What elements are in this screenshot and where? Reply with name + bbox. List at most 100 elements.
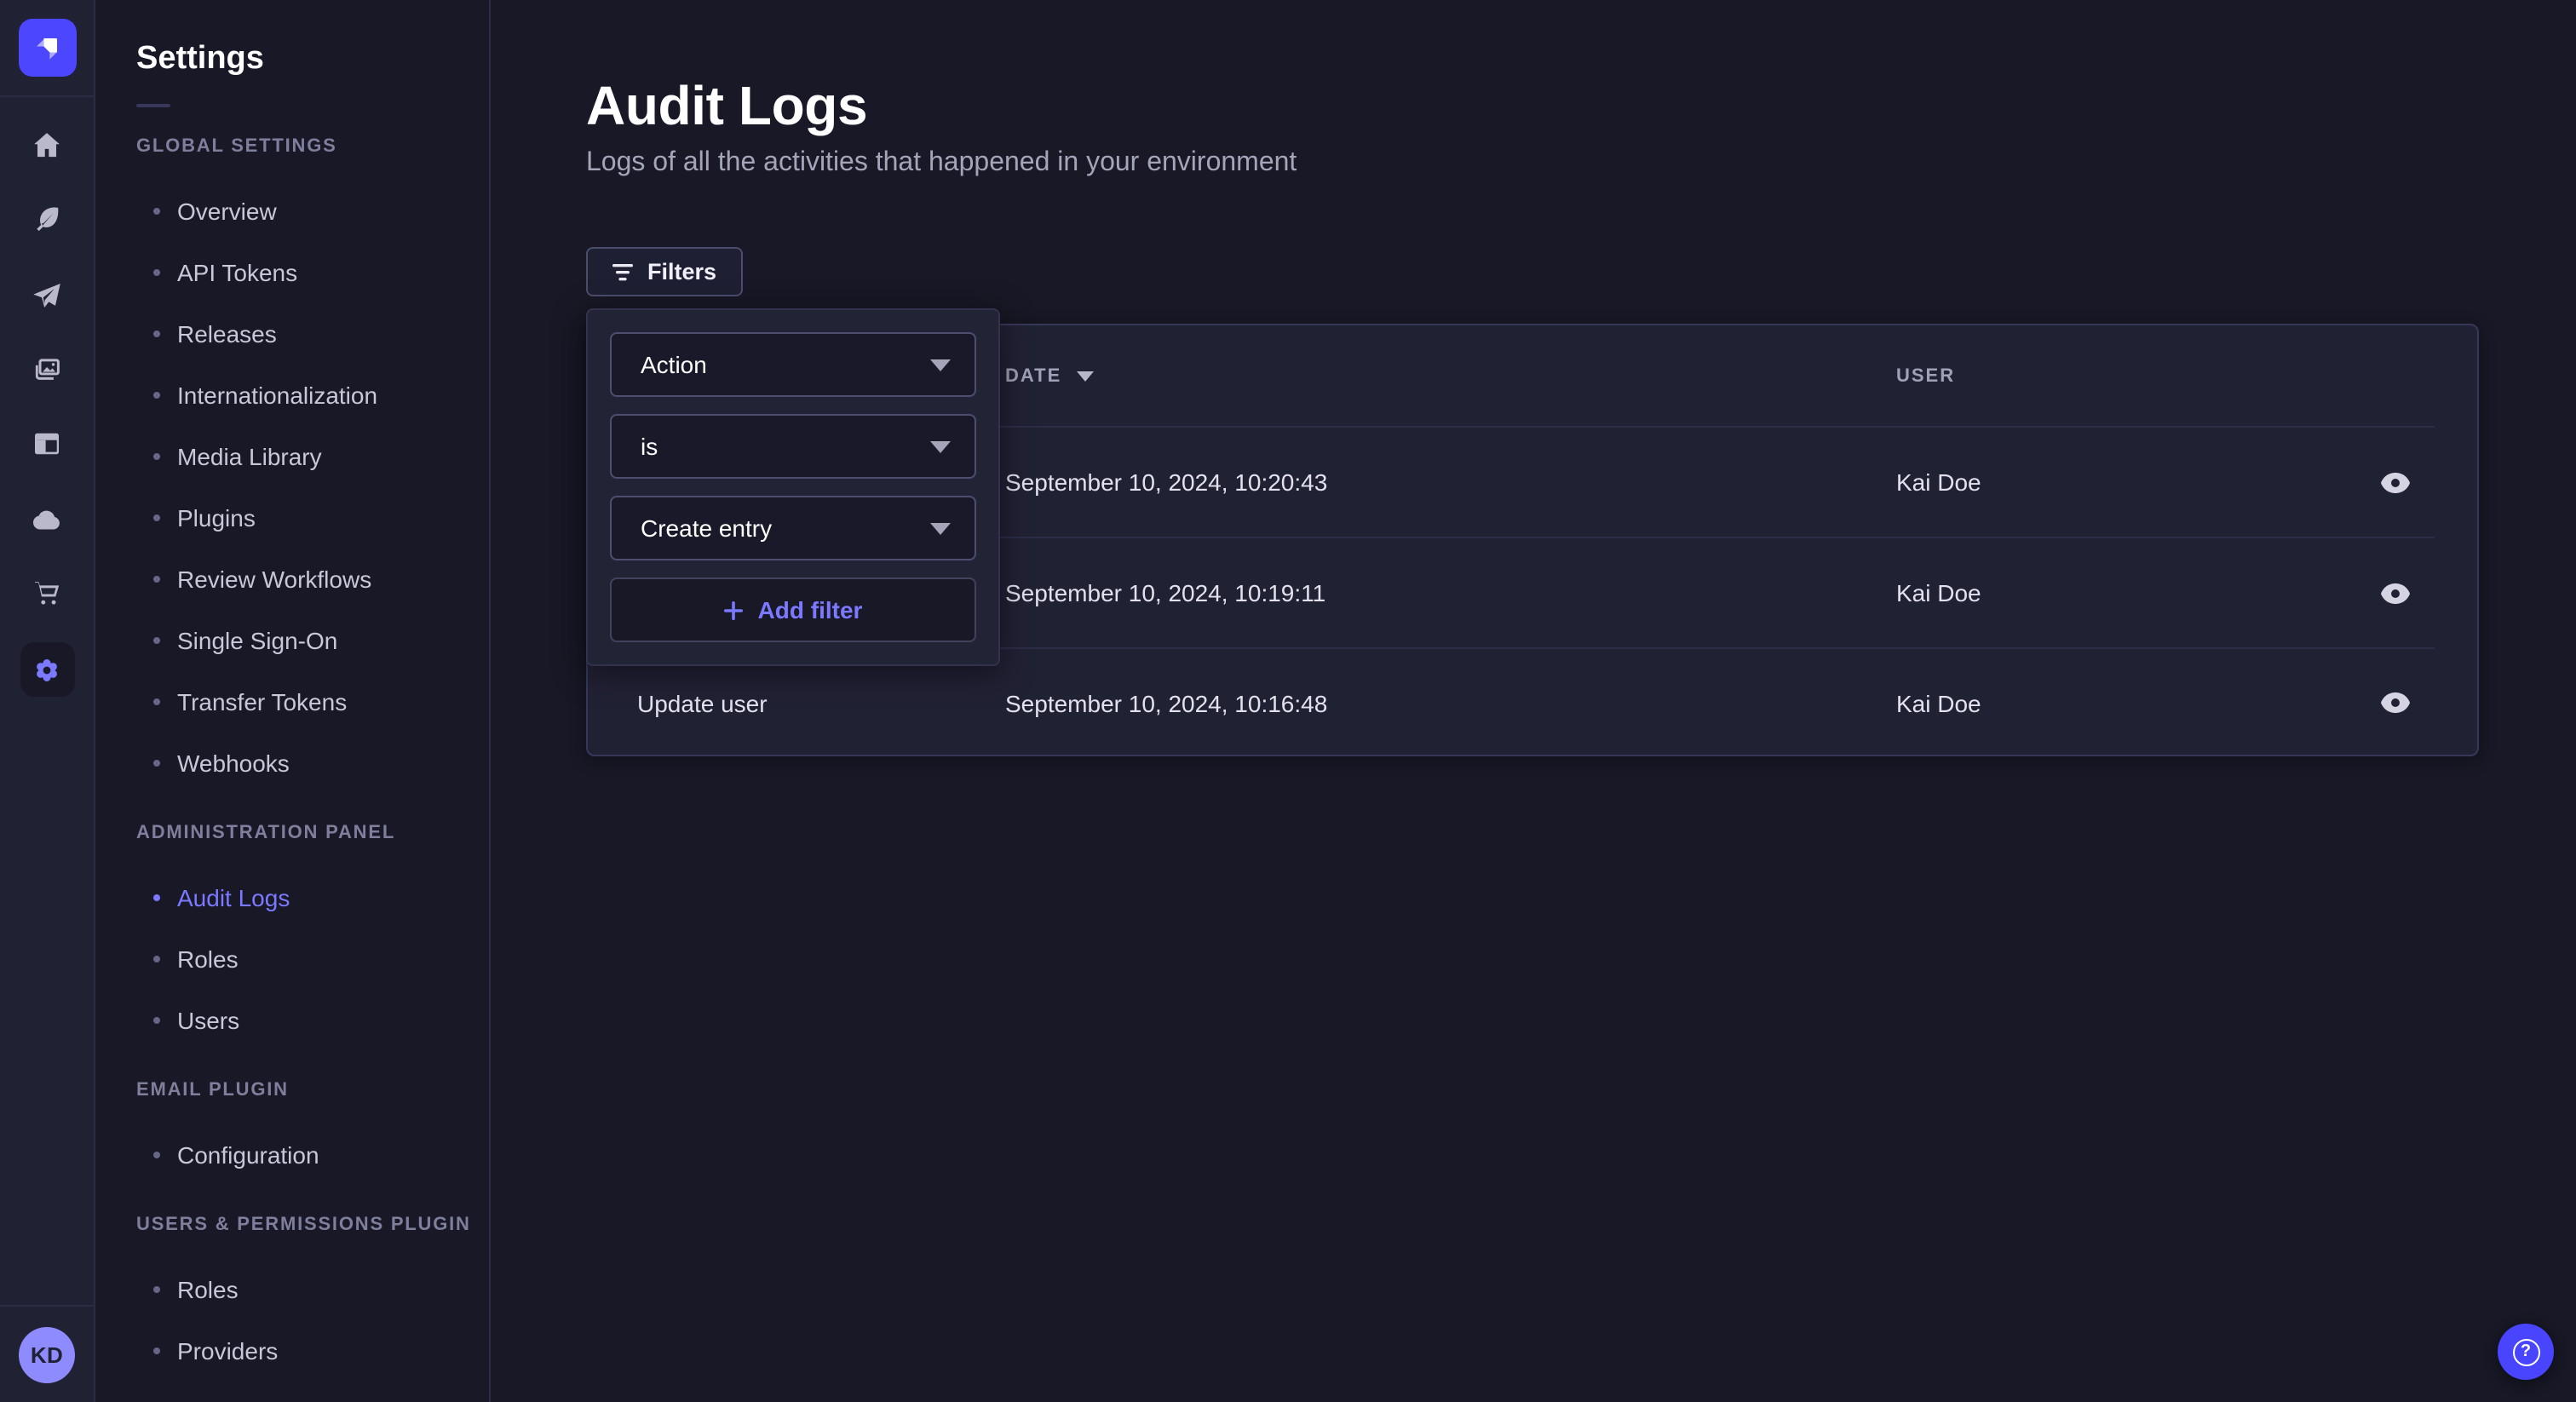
filter-field-value: Action — [641, 351, 707, 378]
bullet-icon — [153, 760, 160, 767]
view-details-button[interactable] — [2380, 467, 2411, 497]
sidebar-item-label: Media Library — [177, 443, 322, 470]
paper-plane-icon[interactable] — [26, 274, 67, 315]
cell-date: September 10, 2024, 10:16:48 — [1005, 689, 1896, 716]
sidebar-item-webhooks[interactable]: Webhooks — [136, 733, 489, 794]
layout-icon[interactable] — [26, 423, 67, 464]
section-label-email-plugin: EMAIL PLUGIN — [136, 1078, 489, 1104]
eye-icon — [2380, 471, 2411, 493]
filter-operator-value: is — [641, 433, 658, 460]
help-button[interactable]: ? — [2498, 1324, 2554, 1380]
feather-icon[interactable] — [26, 198, 67, 238]
sidebar-item-releases[interactable]: Releases — [136, 303, 489, 365]
sidebar-item-internationalization[interactable]: Internationalization — [136, 365, 489, 426]
eye-icon — [2380, 692, 2411, 714]
sidebar-item-label: Review Workflows — [177, 566, 371, 593]
filter-icon — [612, 261, 634, 282]
add-filter-button[interactable]: Add filter — [610, 577, 976, 642]
chevron-down-icon — [930, 359, 951, 371]
settings-sidebar: Settings GLOBAL SETTINGS Overview API To… — [95, 0, 491, 1402]
bullet-icon — [153, 894, 160, 901]
column-header-date[interactable]: DATE — [1005, 365, 1896, 386]
bullet-icon — [153, 956, 160, 962]
sidebar-item-transfer-tokens[interactable]: Transfer Tokens — [136, 671, 489, 733]
strapi-logo[interactable] — [18, 19, 76, 77]
bullet-icon — [153, 330, 160, 337]
filter-value-select[interactable]: Create entry — [610, 496, 976, 560]
section-label-administration-panel: ADMINISTRATION PANEL — [136, 821, 489, 847]
filters-button-label: Filters — [647, 259, 716, 284]
sidebar-item-label: Providers — [177, 1337, 278, 1365]
sidebar-item-overview[interactable]: Overview — [136, 181, 489, 242]
plus-icon — [724, 600, 743, 619]
section-label-global-settings: GLOBAL SETTINGS — [136, 135, 489, 160]
column-header-user: USER — [1896, 365, 2370, 386]
cell-user: Kai Doe — [1896, 689, 2370, 716]
bullet-icon — [153, 453, 160, 460]
cell-action: Update user — [588, 689, 1005, 716]
shopping-cart-icon[interactable] — [26, 572, 67, 613]
bullet-icon — [153, 576, 160, 583]
sidebar-item-review-workflows[interactable]: Review Workflows — [136, 549, 489, 610]
view-details-button[interactable] — [2380, 687, 2411, 718]
filter-operator-select[interactable]: is — [610, 414, 976, 479]
sidebar-item-label: Overview — [177, 198, 277, 225]
sidebar-item-admin-users[interactable]: Users — [136, 990, 489, 1051]
eye-icon — [2380, 582, 2411, 604]
cell-date: September 10, 2024, 10:20:43 — [1005, 468, 1896, 496]
filters-button[interactable]: Filters — [586, 247, 742, 296]
sidebar-item-label: API Tokens — [177, 259, 297, 286]
sidebar-item-audit-logs[interactable]: Audit Logs — [136, 867, 489, 928]
chevron-down-icon — [930, 440, 951, 452]
sidebar-item-label: Configuration — [177, 1141, 319, 1169]
add-filter-label: Add filter — [758, 596, 863, 623]
bullet-icon — [153, 208, 160, 215]
bullet-icon — [153, 1347, 160, 1354]
settings-nav-active[interactable] — [20, 642, 74, 697]
page-title: Audit Logs — [586, 72, 2479, 140]
filter-field-select[interactable]: Action — [610, 332, 976, 397]
sidebar-item-label: Plugins — [177, 504, 256, 531]
bullet-icon — [153, 698, 160, 705]
filter-popover: Action is Create entry Add filter — [586, 308, 1000, 666]
sidebar-item-up-roles[interactable]: Roles — [136, 1259, 489, 1320]
sidebar-item-plugins[interactable]: Plugins — [136, 487, 489, 549]
bullet-icon — [153, 269, 160, 276]
sidebar-item-email-configuration[interactable]: Configuration — [136, 1124, 489, 1186]
bullet-icon — [153, 1017, 160, 1024]
bullet-icon — [153, 392, 160, 399]
sort-desc-icon — [1077, 371, 1094, 381]
bullet-icon — [153, 1152, 160, 1158]
sidebar-item-label: Users — [177, 1007, 239, 1034]
sidebar-item-label: Webhooks — [177, 750, 290, 777]
section-label-users-permissions-plugin: USERS & PERMISSIONS PLUGIN — [136, 1213, 489, 1238]
sidebar-item-admin-roles[interactable]: Roles — [136, 928, 489, 990]
main-content: Audit Logs Logs of all the activities th… — [491, 0, 2576, 1402]
strapi-logo-icon — [28, 29, 66, 66]
question-mark-icon: ? — [2512, 1338, 2539, 1365]
sidebar-item-up-providers[interactable]: Providers — [136, 1320, 489, 1382]
sidebar-item-label: Single Sign-On — [177, 627, 337, 654]
bullet-icon — [153, 514, 160, 521]
nav-divider — [0, 95, 94, 97]
user-avatar[interactable]: KD — [19, 1326, 75, 1382]
bullet-icon — [153, 1286, 160, 1293]
sidebar-title-rule — [136, 104, 170, 107]
sidebar-item-single-sign-on[interactable]: Single Sign-On — [136, 610, 489, 671]
cell-user: Kai Doe — [1896, 468, 2370, 496]
sidebar-item-label: Roles — [177, 945, 239, 973]
page-subtitle: Logs of all the activities that happened… — [586, 145, 2479, 182]
date-header-label: DATE — [1005, 365, 1061, 386]
cloud-icon[interactable] — [26, 499, 67, 540]
sidebar-item-api-tokens[interactable]: API Tokens — [136, 242, 489, 303]
sidebar-item-label: Internationalization — [177, 382, 377, 409]
app-root: KD Settings GLOBAL SETTINGS Overview API… — [0, 0, 2576, 1402]
filter-value-value: Create entry — [641, 514, 772, 542]
media-gallery-icon[interactable] — [26, 349, 67, 390]
main-nav: KD — [0, 0, 95, 1402]
sidebar-item-media-library[interactable]: Media Library — [136, 426, 489, 487]
home-icon[interactable] — [26, 124, 67, 165]
gear-icon — [29, 652, 65, 687]
view-details-button[interactable] — [2380, 577, 2411, 608]
nav-divider-bottom — [0, 1305, 94, 1307]
